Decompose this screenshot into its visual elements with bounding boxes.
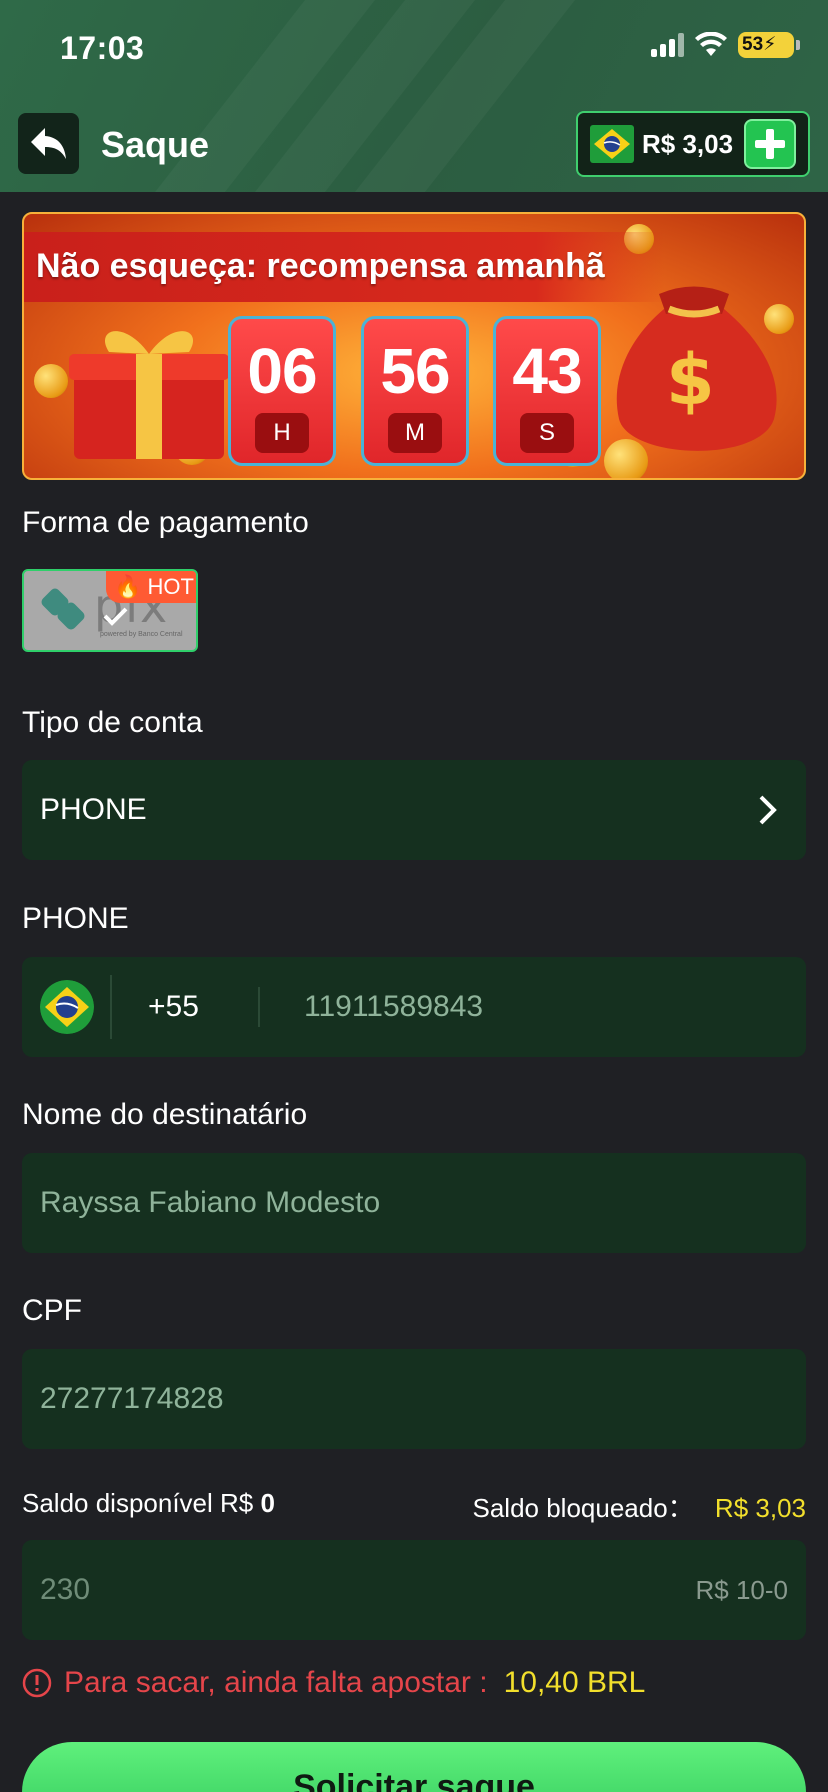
recipient-name-input[interactable]: Rayssa Fabiano Modesto (40, 1186, 380, 1220)
check-icon (103, 607, 128, 626)
phone-field[interactable]: +55 11911589843 (22, 957, 806, 1057)
balance-amount: R$ 3,03 (642, 128, 734, 159)
header-bar: 17:03 53⚡ Saque R$ 3,03 (0, 0, 828, 192)
status-time: 17:03 (60, 30, 145, 66)
alert-circle-icon (22, 1668, 52, 1698)
divider (110, 975, 112, 1039)
warning-amount: 10,40 BRL (503, 1666, 646, 1699)
warning-text: Para sacar, ainda falta apostar : (64, 1666, 488, 1699)
pix-logo-icon (41, 588, 85, 630)
account-type-value: PHONE (40, 793, 147, 826)
hot-badge: 🔥 HOT (106, 571, 196, 603)
plus-icon (755, 129, 785, 159)
request-withdrawal-button[interactable]: Solicitar saque (22, 1742, 806, 1792)
status-icons: 53⚡ (651, 32, 800, 58)
recipient-name-field[interactable]: Rayssa Fabiano Modesto (22, 1153, 806, 1253)
balance-chip[interactable]: R$ 3,03 (576, 111, 810, 177)
amount-input[interactable]: 230 (40, 1573, 90, 1607)
wifi-icon (695, 32, 727, 56)
page-title: Saque (101, 124, 210, 165)
money-bag-image: $ (616, 286, 777, 451)
brazil-flag-icon (40, 980, 94, 1034)
account-type-select[interactable]: PHONE (22, 760, 806, 860)
timer-hours-value: 06 (247, 335, 317, 407)
add-funds-button[interactable] (744, 119, 796, 169)
timer-hours: 06 H (228, 316, 336, 466)
available-balance-value: 0 (260, 1488, 275, 1518)
blocked-balance: Saldo bloqueado： R$ 3,03 (472, 1493, 807, 1523)
banner-title: Não esqueça: recompensa amanhã (36, 247, 605, 285)
back-arrow-icon (30, 127, 66, 159)
phone-label: PHONE (22, 902, 129, 935)
signal-icon (651, 33, 684, 57)
chevron-right-icon (759, 795, 777, 825)
timer-seconds: 43 S (493, 316, 601, 466)
timer-hours-unit: H (255, 413, 309, 453)
timer-minutes-value: 56 (380, 335, 450, 407)
available-balance: Saldo disponível R$ 0 (22, 1488, 275, 1518)
amount-range: R$ 10-0 (695, 1574, 789, 1605)
timer-seconds-unit: S (520, 413, 574, 453)
pix-payment-option[interactable]: pix powered by Banco Central 🔥 HOT (22, 569, 198, 652)
wager-warning: Para sacar, ainda falta apostar : 10,40 … (22, 1666, 645, 1700)
back-button[interactable] (18, 113, 79, 174)
cpf-input[interactable]: 27277174828 (40, 1382, 224, 1416)
battery-icon: 53⚡ (738, 32, 800, 58)
payment-method-label: Forma de pagamento (22, 506, 309, 539)
account-type-label: Tipo de conta (22, 706, 203, 739)
fire-icon: 🔥 (114, 574, 142, 599)
brazil-flag-icon (590, 125, 634, 163)
cpf-label: CPF (22, 1294, 82, 1327)
timer-seconds-value: 43 (512, 335, 582, 407)
divider (258, 987, 260, 1027)
phone-input[interactable]: 11911589843 (304, 990, 483, 1024)
cpf-field[interactable]: 27277174828 (22, 1349, 806, 1449)
pix-subtitle: powered by Banco Central (100, 631, 183, 638)
recipient-label: Nome do destinatário (22, 1098, 308, 1131)
timer-minutes: 56 M (361, 316, 469, 466)
gift-box-image (69, 331, 229, 459)
amount-field[interactable]: 230 R$ 10-0 (22, 1540, 806, 1640)
country-code[interactable]: +55 (148, 990, 258, 1024)
reward-banner[interactable]: Não esqueça: recompensa amanhã $ 06 H 56… (22, 212, 806, 480)
timer-minutes-unit: M (388, 413, 442, 453)
svg-text:$: $ (666, 339, 715, 421)
blocked-balance-value: R$ 3,03 (714, 1493, 806, 1523)
